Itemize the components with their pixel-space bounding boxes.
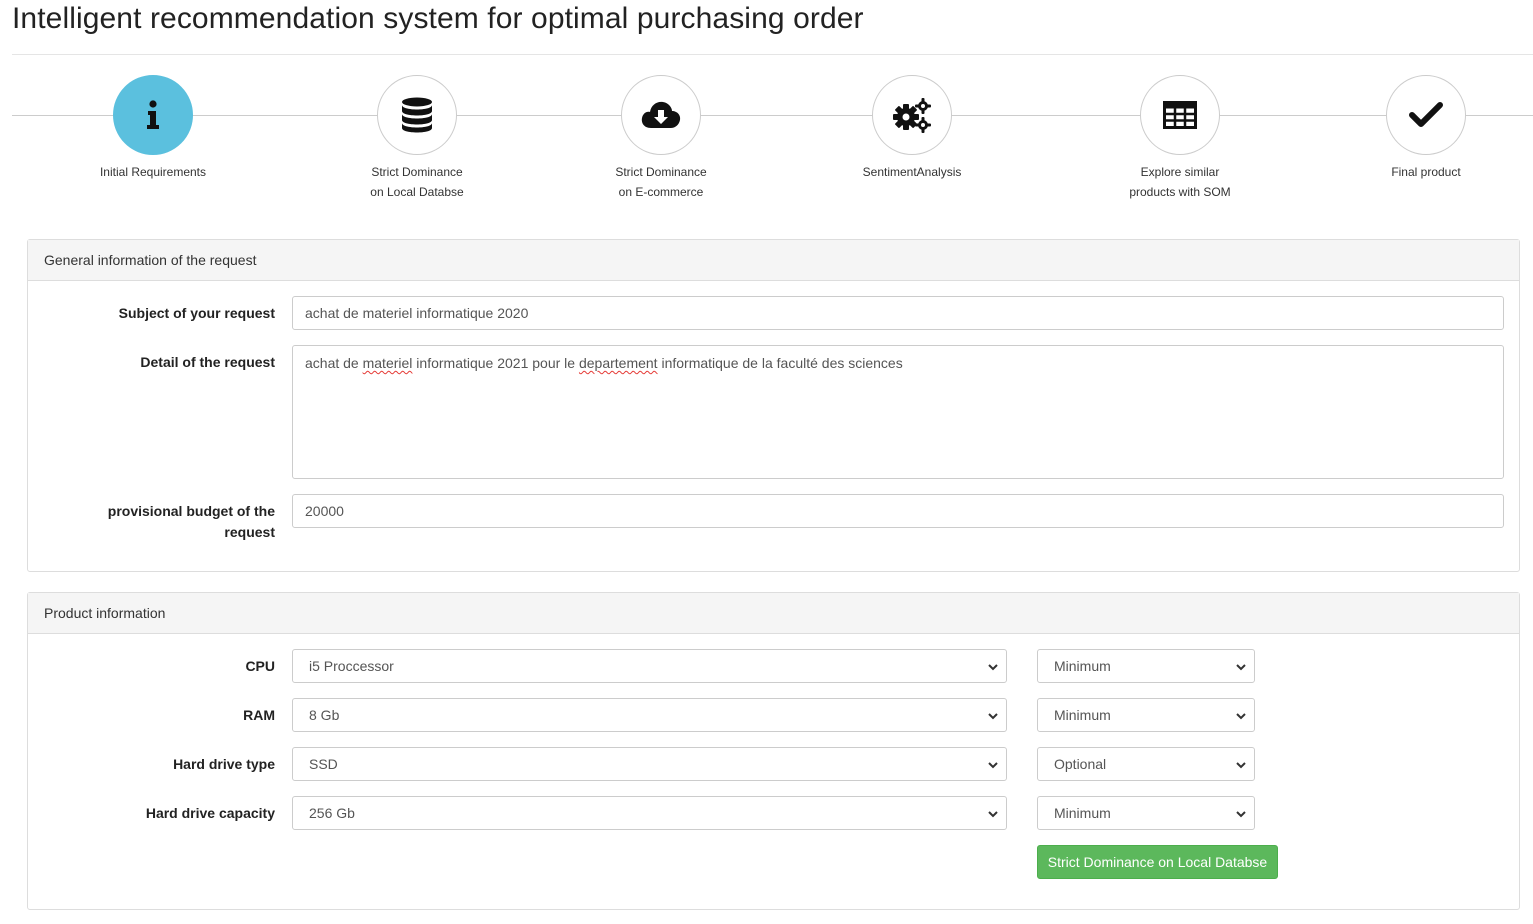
step-initial-requirements[interactable]: Initial Requirements — [63, 75, 243, 182]
step-label: Initial Requirements — [63, 162, 243, 182]
select-value: Minimum — [1054, 707, 1111, 723]
ram-select[interactable]: 8 Gb — [292, 698, 1007, 732]
budget-label: provisional budget of the request — [75, 501, 275, 543]
step-label: Final product — [1336, 162, 1516, 182]
hard-drive-capacity-select[interactable]: 256 Gb — [292, 796, 1007, 830]
step-circle[interactable] — [872, 75, 952, 155]
chevron-down-icon — [988, 713, 998, 720]
budget-label-line2: request — [224, 524, 275, 540]
step-sentiment-analysis[interactable]: SentimentAnalysis — [822, 75, 1002, 182]
step-label: Strict Dominance on Local Databse — [327, 162, 507, 202]
cpu-label: CPU — [245, 658, 275, 674]
step-strict-dominance-ecommerce[interactable]: Strict Dominance on E-commerce — [571, 75, 751, 202]
database-icon — [402, 97, 432, 133]
step-label: Explore similar products with SOM — [1090, 162, 1270, 202]
step-label-line1: Strict Dominance — [371, 165, 463, 179]
spellcheck-word: departement — [578, 355, 658, 371]
detail-label: Detail of the request — [140, 354, 275, 370]
step-circle[interactable] — [1140, 75, 1220, 155]
strict-dominance-local-button[interactable]: Strict Dominance on Local Databse — [1037, 845, 1278, 879]
select-value: 256 Gb — [309, 805, 355, 821]
subject-label: Subject of your request — [118, 305, 275, 321]
hard-drive-capacity-level-select[interactable]: Minimum — [1037, 796, 1255, 830]
chevron-down-icon — [1236, 713, 1246, 720]
select-value: SSD — [309, 756, 338, 772]
chevron-down-icon — [1236, 811, 1246, 818]
step-label-line2: on E-commerce — [618, 185, 704, 199]
budget-label-line1: provisional budget of the — [107, 503, 275, 519]
detail-textarea[interactable]: achat de materiel informatique 2021 pour… — [292, 345, 1504, 479]
step-label-line2: products with SOM — [1129, 185, 1231, 199]
step-circle[interactable] — [621, 75, 701, 155]
chevron-down-icon — [1236, 762, 1246, 769]
step-label-line1: Strict Dominance — [615, 165, 707, 179]
step-label: Strict Dominance on E-commerce — [571, 162, 751, 202]
wizard-steps: Initial Requirements Strict Dominance on… — [12, 75, 1533, 205]
gears-icon — [893, 98, 931, 133]
budget-input[interactable]: 20000 — [292, 494, 1504, 528]
chevron-down-icon — [988, 811, 998, 818]
spellcheck-word: materiel — [362, 355, 413, 371]
detail-text-part: informatique 2021 pour le — [412, 355, 579, 371]
step-strict-dominance-local[interactable]: Strict Dominance on Local Databse — [327, 75, 507, 202]
detail-text: achat de materiel informatique 2021 pour… — [305, 355, 903, 371]
chevron-down-icon — [988, 762, 998, 769]
select-value: Minimum — [1054, 658, 1111, 674]
select-value: Optional — [1054, 756, 1107, 772]
chevron-down-icon — [988, 664, 998, 671]
detail-text-part: informatique de la faculté des sciences — [657, 355, 903, 371]
table-icon — [1163, 101, 1197, 129]
cpu-level-select[interactable]: Minimum — [1037, 649, 1255, 683]
hard-drive-capacity-label: Hard drive capacity — [145, 805, 275, 821]
select-value: Minimum — [1054, 805, 1111, 821]
cloud-download-icon — [641, 101, 681, 128]
cpu-select[interactable]: i5 Proccessor — [292, 649, 1007, 683]
step-label-line1: Final product — [1391, 165, 1461, 179]
hard-drive-type-label: Hard drive type — [173, 756, 275, 772]
panel-heading: General information of the request — [28, 240, 1519, 281]
select-value: i5 Proccessor — [309, 658, 394, 674]
chevron-down-icon — [1236, 664, 1246, 671]
step-circle-active[interactable] — [113, 75, 193, 155]
check-icon — [1409, 102, 1443, 127]
ram-level-select[interactable]: Minimum — [1037, 698, 1255, 732]
page-title: Intelligent recommendation system for op… — [12, 2, 864, 35]
step-label-line1: Explore similar — [1140, 165, 1220, 179]
ram-label: RAM — [243, 707, 275, 723]
step-label-line2: on Local Databse — [370, 185, 464, 199]
panel-heading: Product information — [28, 593, 1519, 634]
select-value: 8 Gb — [309, 707, 340, 723]
step-circle[interactable] — [1386, 75, 1466, 155]
hard-drive-type-level-select[interactable]: Optional — [1037, 747, 1255, 781]
step-label-line1: Initial Requirements — [99, 165, 207, 179]
step-label: SentimentAnalysis — [822, 162, 1002, 182]
detail-text-part: achat de — [305, 355, 363, 371]
subject-input[interactable]: achat de materiel informatique 2020 — [292, 296, 1504, 330]
step-circle[interactable] — [377, 75, 457, 155]
info-icon — [147, 100, 159, 129]
hard-drive-type-select[interactable]: SSD — [292, 747, 1007, 781]
step-label-line1: SentimentAnalysis — [862, 165, 962, 179]
step-explore-som[interactable]: Explore similar products with SOM — [1090, 75, 1270, 202]
title-divider — [12, 54, 1533, 55]
step-final-product[interactable]: Final product — [1336, 75, 1516, 182]
